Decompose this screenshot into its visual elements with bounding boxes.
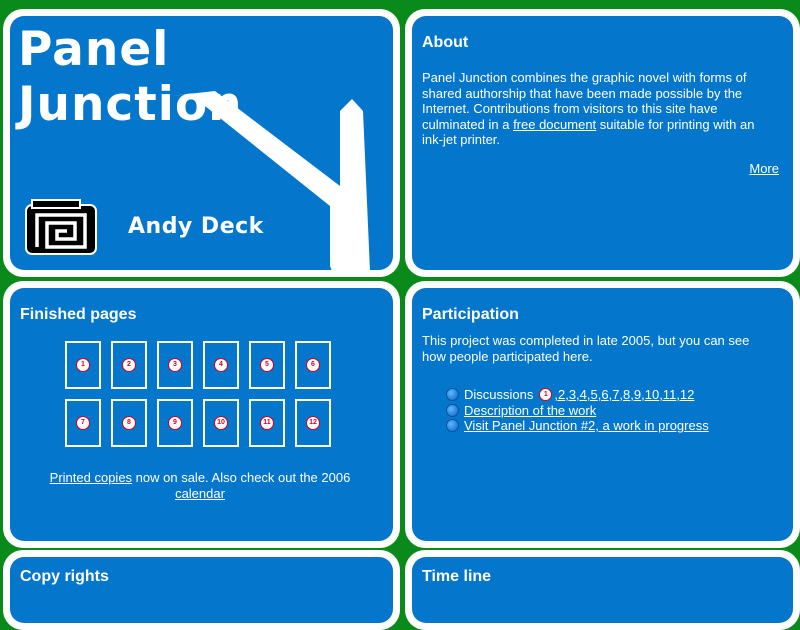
participation-heading: Participation: [422, 306, 519, 323]
list-item-discussions: Discussions 1 ,2,3,4,5,6,7,8,9,10,11,12: [446, 387, 709, 403]
discussion-link[interactable]: ,8: [619, 387, 630, 402]
discussion-link[interactable]: ,5: [587, 387, 598, 402]
blue-bullet-icon: [446, 403, 459, 417]
number-badge-icon: 3: [168, 358, 182, 372]
discussion-link[interactable]: ,10: [641, 387, 659, 402]
number-badge-icon: 9: [168, 416, 182, 430]
list-item-description: Description of the work: [446, 403, 709, 419]
copyrights-heading: Copy rights: [20, 568, 109, 585]
printed-copies-link[interactable]: Printed copies: [50, 470, 132, 485]
discussion-1-link[interactable]: 1: [539, 388, 553, 402]
list-item-visit: Visit Panel Junction #2, a work in progr…: [446, 418, 709, 434]
discussion-links: ,2,3,4,5,6,7,8,9,10,11,12: [554, 387, 694, 403]
more-link[interactable]: More: [749, 161, 779, 176]
number-badge-icon: 6: [306, 358, 320, 372]
about-heading: About: [422, 34, 469, 51]
page-thumbnail[interactable]: 8: [111, 399, 147, 447]
spiral-logo-icon[interactable]: [25, 199, 97, 255]
title-card: Panel Junction Andy Deck: [3, 9, 400, 277]
timeline-card: Time line: [405, 550, 800, 630]
page-thumbnail[interactable]: 7: [65, 399, 101, 447]
discussion-link[interactable]: ,12: [676, 387, 694, 402]
finished-pages-card: Finished pages 1 2 3 4 5 6 7 8 9 10 11 12 Printed c…: [3, 281, 400, 548]
author-name: Andy Deck: [128, 214, 264, 239]
page-thumbnail[interactable]: 11: [249, 399, 285, 447]
number-badge-icon: 8: [122, 416, 136, 430]
number-badge-icon: 1: [76, 358, 90, 372]
page-thumbnail[interactable]: 5: [249, 341, 285, 389]
page-thumbnail[interactable]: 6: [295, 341, 331, 389]
about-card: About Panel Junction combines the graphi…: [405, 9, 800, 277]
calendar-link[interactable]: calendar: [175, 486, 225, 501]
participation-inner: Participation This project was completed…: [412, 288, 793, 541]
number-badge-icon: 5: [260, 358, 274, 372]
discussion-link[interactable]: ,7: [609, 387, 620, 402]
discussion-link[interactable]: ,6: [598, 387, 609, 402]
page-thumbnail[interactable]: 2: [111, 341, 147, 389]
visit-junction-2-link[interactable]: Visit Panel Junction #2, a work in progr…: [464, 418, 709, 434]
blue-bullet-icon: [446, 388, 459, 402]
copyrights-inner: Copy rights: [10, 557, 393, 623]
discussion-link[interactable]: ,3: [565, 387, 576, 402]
finished-pages-inner: Finished pages 1 2 3 4 5 6 7 8 9 10 11 12 Printed c…: [10, 288, 393, 541]
discussion-link[interactable]: ,2: [554, 387, 565, 402]
number-badge-icon: 7: [76, 416, 90, 430]
number-badge-icon: 4: [214, 358, 228, 372]
about-card-inner: About Panel Junction combines the graphi…: [412, 16, 793, 270]
page-thumbnail[interactable]: 9: [157, 399, 193, 447]
discussion-link[interactable]: ,9: [630, 387, 641, 402]
site-title: Panel Junction: [18, 22, 243, 132]
discussion-link[interactable]: ,11: [659, 387, 676, 402]
finished-pages-heading: Finished pages: [20, 306, 137, 323]
timeline-heading: Time line: [422, 568, 492, 585]
discussion-link[interactable]: ,4: [576, 387, 587, 402]
page-thumbnail[interactable]: 10: [203, 399, 239, 447]
copyrights-card: Copy rights: [3, 550, 400, 630]
number-badge-icon: 10: [214, 416, 228, 430]
description-link[interactable]: Description of the work: [464, 403, 596, 419]
discussions-label: Discussions: [464, 387, 534, 402]
about-text: Panel Junction combines the graphic nove…: [422, 70, 767, 148]
free-document-link[interactable]: free document: [513, 117, 596, 132]
page-thumbnail[interactable]: 1: [65, 341, 101, 389]
participation-list: Discussions 1 ,2,3,4,5,6,7,8,9,10,11,12 …: [446, 387, 709, 434]
page-thumbnail[interactable]: 12: [295, 399, 331, 447]
title-card-inner: Panel Junction Andy Deck: [10, 16, 393, 270]
participation-card: Participation This project was completed…: [405, 281, 800, 548]
page-thumbnail[interactable]: 4: [203, 341, 239, 389]
number-badge-icon: 2: [122, 358, 136, 372]
page-thumbnail[interactable]: 3: [157, 341, 193, 389]
number-badge-icon: 11: [260, 416, 274, 430]
participation-intro: This project was completed in late 2005,…: [422, 333, 750, 364]
timeline-inner: Time line: [412, 557, 793, 623]
printed-copies-sentence: now on sale. Also check out the 2006: [132, 470, 351, 485]
number-badge-icon: 12: [306, 416, 320, 430]
printed-copies-text: Printed copies now on sale. Also check o…: [20, 470, 380, 501]
blue-bullet-icon: [446, 419, 459, 433]
